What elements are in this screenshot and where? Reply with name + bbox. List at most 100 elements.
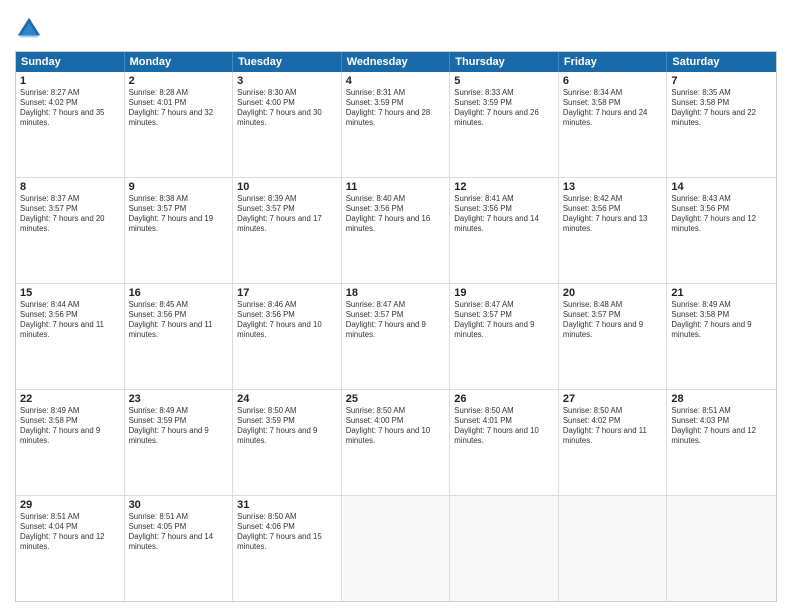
day-number: 26 — [454, 393, 554, 405]
day-cell-27: 27Sunrise: 8:50 AM Sunset: 4:02 PM Dayli… — [559, 390, 668, 495]
day-info: Sunrise: 8:41 AM Sunset: 3:56 PM Dayligh… — [454, 194, 554, 235]
day-info: Sunrise: 8:47 AM Sunset: 3:57 PM Dayligh… — [454, 300, 554, 341]
day-cell-13: 13Sunrise: 8:42 AM Sunset: 3:56 PM Dayli… — [559, 178, 668, 283]
week-row-3: 15Sunrise: 8:44 AM Sunset: 3:56 PM Dayli… — [16, 283, 776, 389]
day-cell-31: 31Sunrise: 8:50 AM Sunset: 4:06 PM Dayli… — [233, 496, 342, 601]
day-info: Sunrise: 8:50 AM Sunset: 3:59 PM Dayligh… — [237, 406, 337, 447]
day-info: Sunrise: 8:48 AM Sunset: 3:57 PM Dayligh… — [563, 300, 663, 341]
header — [15, 15, 777, 43]
day-cell-25: 25Sunrise: 8:50 AM Sunset: 4:00 PM Dayli… — [342, 390, 451, 495]
day-number: 18 — [346, 287, 446, 299]
header-day-thursday: Thursday — [450, 52, 559, 72]
day-cell-26: 26Sunrise: 8:50 AM Sunset: 4:01 PM Dayli… — [450, 390, 559, 495]
week-row-4: 22Sunrise: 8:49 AM Sunset: 3:58 PM Dayli… — [16, 389, 776, 495]
day-info: Sunrise: 8:50 AM Sunset: 4:06 PM Dayligh… — [237, 512, 337, 553]
day-cell-30: 30Sunrise: 8:51 AM Sunset: 4:05 PM Dayli… — [125, 496, 234, 601]
day-info: Sunrise: 8:51 AM Sunset: 4:04 PM Dayligh… — [20, 512, 120, 553]
day-cell-20: 20Sunrise: 8:48 AM Sunset: 3:57 PM Dayli… — [559, 284, 668, 389]
day-number: 15 — [20, 287, 120, 299]
day-info: Sunrise: 8:28 AM Sunset: 4:01 PM Dayligh… — [129, 88, 229, 129]
day-number: 14 — [671, 181, 772, 193]
day-cell-22: 22Sunrise: 8:49 AM Sunset: 3:58 PM Dayli… — [16, 390, 125, 495]
day-info: Sunrise: 8:47 AM Sunset: 3:57 PM Dayligh… — [346, 300, 446, 341]
day-number: 31 — [237, 499, 337, 511]
header-day-saturday: Saturday — [667, 52, 776, 72]
day-number: 24 — [237, 393, 337, 405]
day-cell-3: 3Sunrise: 8:30 AM Sunset: 4:00 PM Daylig… — [233, 72, 342, 177]
header-day-wednesday: Wednesday — [342, 52, 451, 72]
week-row-5: 29Sunrise: 8:51 AM Sunset: 4:04 PM Dayli… — [16, 495, 776, 601]
day-number: 22 — [20, 393, 120, 405]
empty-cell — [342, 496, 451, 601]
header-day-sunday: Sunday — [16, 52, 125, 72]
day-cell-19: 19Sunrise: 8:47 AM Sunset: 3:57 PM Dayli… — [450, 284, 559, 389]
day-number: 2 — [129, 75, 229, 87]
day-cell-18: 18Sunrise: 8:47 AM Sunset: 3:57 PM Dayli… — [342, 284, 451, 389]
day-info: Sunrise: 8:44 AM Sunset: 3:56 PM Dayligh… — [20, 300, 120, 341]
header-day-tuesday: Tuesday — [233, 52, 342, 72]
calendar-body: 1Sunrise: 8:27 AM Sunset: 4:02 PM Daylig… — [16, 72, 776, 601]
day-number: 17 — [237, 287, 337, 299]
day-number: 12 — [454, 181, 554, 193]
day-info: Sunrise: 8:39 AM Sunset: 3:57 PM Dayligh… — [237, 194, 337, 235]
day-info: Sunrise: 8:50 AM Sunset: 4:00 PM Dayligh… — [346, 406, 446, 447]
header-day-monday: Monday — [125, 52, 234, 72]
day-number: 5 — [454, 75, 554, 87]
day-number: 29 — [20, 499, 120, 511]
day-cell-5: 5Sunrise: 8:33 AM Sunset: 3:59 PM Daylig… — [450, 72, 559, 177]
day-info: Sunrise: 8:42 AM Sunset: 3:56 PM Dayligh… — [563, 194, 663, 235]
day-info: Sunrise: 8:51 AM Sunset: 4:05 PM Dayligh… — [129, 512, 229, 553]
day-number: 28 — [671, 393, 772, 405]
day-number: 21 — [671, 287, 772, 299]
empty-cell — [559, 496, 668, 601]
logo — [15, 15, 47, 43]
day-cell-6: 6Sunrise: 8:34 AM Sunset: 3:58 PM Daylig… — [559, 72, 668, 177]
day-info: Sunrise: 8:34 AM Sunset: 3:58 PM Dayligh… — [563, 88, 663, 129]
day-cell-1: 1Sunrise: 8:27 AM Sunset: 4:02 PM Daylig… — [16, 72, 125, 177]
day-cell-9: 9Sunrise: 8:38 AM Sunset: 3:57 PM Daylig… — [125, 178, 234, 283]
day-number: 11 — [346, 181, 446, 193]
day-cell-23: 23Sunrise: 8:49 AM Sunset: 3:59 PM Dayli… — [125, 390, 234, 495]
day-number: 16 — [129, 287, 229, 299]
day-cell-11: 11Sunrise: 8:40 AM Sunset: 3:56 PM Dayli… — [342, 178, 451, 283]
day-cell-28: 28Sunrise: 8:51 AM Sunset: 4:03 PM Dayli… — [667, 390, 776, 495]
day-info: Sunrise: 8:46 AM Sunset: 3:56 PM Dayligh… — [237, 300, 337, 341]
calendar: SundayMondayTuesdayWednesdayThursdayFrid… — [15, 51, 777, 602]
day-number: 13 — [563, 181, 663, 193]
day-cell-16: 16Sunrise: 8:45 AM Sunset: 3:56 PM Dayli… — [125, 284, 234, 389]
day-number: 7 — [671, 75, 772, 87]
day-cell-17: 17Sunrise: 8:46 AM Sunset: 3:56 PM Dayli… — [233, 284, 342, 389]
day-number: 20 — [563, 287, 663, 299]
calendar-header: SundayMondayTuesdayWednesdayThursdayFrid… — [16, 52, 776, 72]
day-info: Sunrise: 8:45 AM Sunset: 3:56 PM Dayligh… — [129, 300, 229, 341]
page: SundayMondayTuesdayWednesdayThursdayFrid… — [0, 0, 792, 612]
day-number: 1 — [20, 75, 120, 87]
day-number: 6 — [563, 75, 663, 87]
day-info: Sunrise: 8:49 AM Sunset: 3:58 PM Dayligh… — [20, 406, 120, 447]
week-row-1: 1Sunrise: 8:27 AM Sunset: 4:02 PM Daylig… — [16, 72, 776, 177]
day-number: 10 — [237, 181, 337, 193]
day-number: 4 — [346, 75, 446, 87]
day-cell-10: 10Sunrise: 8:39 AM Sunset: 3:57 PM Dayli… — [233, 178, 342, 283]
day-number: 8 — [20, 181, 120, 193]
day-info: Sunrise: 8:50 AM Sunset: 4:01 PM Dayligh… — [454, 406, 554, 447]
day-info: Sunrise: 8:35 AM Sunset: 3:58 PM Dayligh… — [671, 88, 772, 129]
day-info: Sunrise: 8:30 AM Sunset: 4:00 PM Dayligh… — [237, 88, 337, 129]
header-day-friday: Friday — [559, 52, 668, 72]
day-info: Sunrise: 8:50 AM Sunset: 4:02 PM Dayligh… — [563, 406, 663, 447]
day-number: 3 — [237, 75, 337, 87]
day-number: 27 — [563, 393, 663, 405]
day-info: Sunrise: 8:51 AM Sunset: 4:03 PM Dayligh… — [671, 406, 772, 447]
day-number: 30 — [129, 499, 229, 511]
week-row-2: 8Sunrise: 8:37 AM Sunset: 3:57 PM Daylig… — [16, 177, 776, 283]
day-cell-29: 29Sunrise: 8:51 AM Sunset: 4:04 PM Dayli… — [16, 496, 125, 601]
day-cell-14: 14Sunrise: 8:43 AM Sunset: 3:56 PM Dayli… — [667, 178, 776, 283]
day-info: Sunrise: 8:31 AM Sunset: 3:59 PM Dayligh… — [346, 88, 446, 129]
day-info: Sunrise: 8:43 AM Sunset: 3:56 PM Dayligh… — [671, 194, 772, 235]
day-cell-4: 4Sunrise: 8:31 AM Sunset: 3:59 PM Daylig… — [342, 72, 451, 177]
day-info: Sunrise: 8:49 AM Sunset: 3:59 PM Dayligh… — [129, 406, 229, 447]
day-info: Sunrise: 8:49 AM Sunset: 3:58 PM Dayligh… — [671, 300, 772, 341]
day-cell-7: 7Sunrise: 8:35 AM Sunset: 3:58 PM Daylig… — [667, 72, 776, 177]
day-cell-2: 2Sunrise: 8:28 AM Sunset: 4:01 PM Daylig… — [125, 72, 234, 177]
day-info: Sunrise: 8:40 AM Sunset: 3:56 PM Dayligh… — [346, 194, 446, 235]
